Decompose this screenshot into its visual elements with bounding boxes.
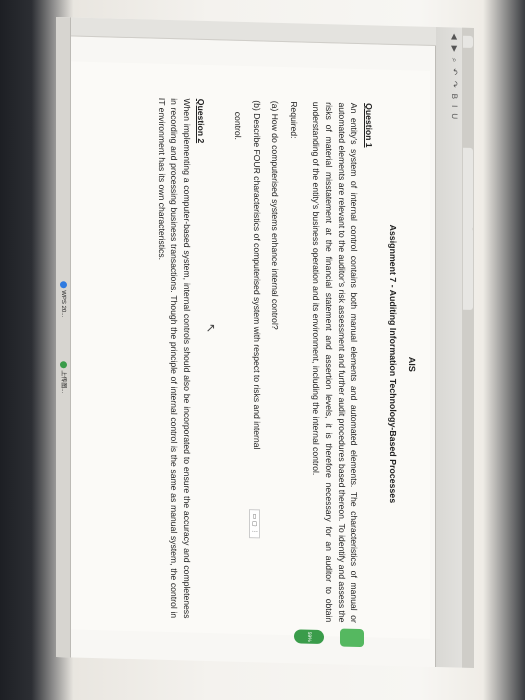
toolbar-icons: ◀▶⌕↶↷BIU: [449, 33, 459, 125]
app-toolbar: ◀▶⌕↶↷BIU: [435, 26, 474, 668]
italic-icon[interactable]: I: [450, 105, 459, 113]
screen: ◀▶⌕↶↷BIU AIS Assignment 7 - Auditing Inf…: [56, 17, 474, 669]
taskbar-item-wps-label: WPS 20...: [60, 290, 66, 318]
question-2-heading: Question 2: [196, 98, 207, 144]
zoom-chip[interactable]: 59%: [294, 629, 324, 645]
question-1-part-b-line2: control.: [233, 111, 244, 141]
wps-icon: [60, 281, 68, 289]
photo-background: ◀▶⌕↶↷BIU AIS Assignment 7 - Auditing Inf…: [0, 0, 525, 700]
underline-icon[interactable]: U: [450, 113, 459, 125]
required-label: Required:: [288, 101, 299, 139]
tab-3[interactable]: [463, 227, 473, 310]
search-icon[interactable]: ⌕: [450, 58, 459, 69]
document-page[interactable]: AIS Assignment 7 - Auditing Information …: [70, 61, 430, 639]
taskbar: WPS 20... 上传图...: [56, 17, 71, 658]
question-2-paragraph: When implementing a computer-based syste…: [156, 97, 192, 619]
upload-icon: [60, 361, 68, 369]
question-1-part-a: (a) How do computerised systems enhance …: [270, 100, 281, 330]
undo-icon[interactable]: ↶: [450, 68, 459, 81]
floating-widget[interactable]: [340, 628, 364, 648]
tab-1[interactable]: [463, 35, 473, 48]
taskbar-item-upload-label: 上传图...: [60, 370, 66, 394]
question-1-heading: Question 1: [363, 103, 374, 148]
document-body[interactable]: AIS Assignment 7 - Auditing Information …: [145, 97, 418, 624]
course-title: AIS: [407, 356, 417, 373]
bold-icon[interactable]: B: [450, 94, 459, 106]
taskbar-item-wps[interactable]: WPS 20...: [58, 277, 68, 321]
question-1-paragraph: An entity’s system of internal control c…: [311, 101, 360, 623]
forward-icon[interactable]: ▶: [450, 46, 459, 58]
assignment-title: Assignment 7 - Auditing Information Tech…: [388, 224, 399, 504]
redo-icon[interactable]: ↷: [450, 81, 459, 94]
cursor-icon: ↖: [204, 322, 218, 334]
tab-2[interactable]: [463, 147, 473, 230]
question-1-part-b-line1: (b) Describe FOUR characteristics of com…: [251, 100, 262, 450]
mini-toolbar[interactable]: ▭ ▢ ⋮: [249, 509, 260, 539]
back-icon[interactable]: ◀: [450, 33, 459, 45]
taskbar-item-upload[interactable]: 上传图...: [58, 357, 68, 397]
tab-strip: [462, 27, 474, 668]
left-sidebar: [56, 17, 436, 47]
